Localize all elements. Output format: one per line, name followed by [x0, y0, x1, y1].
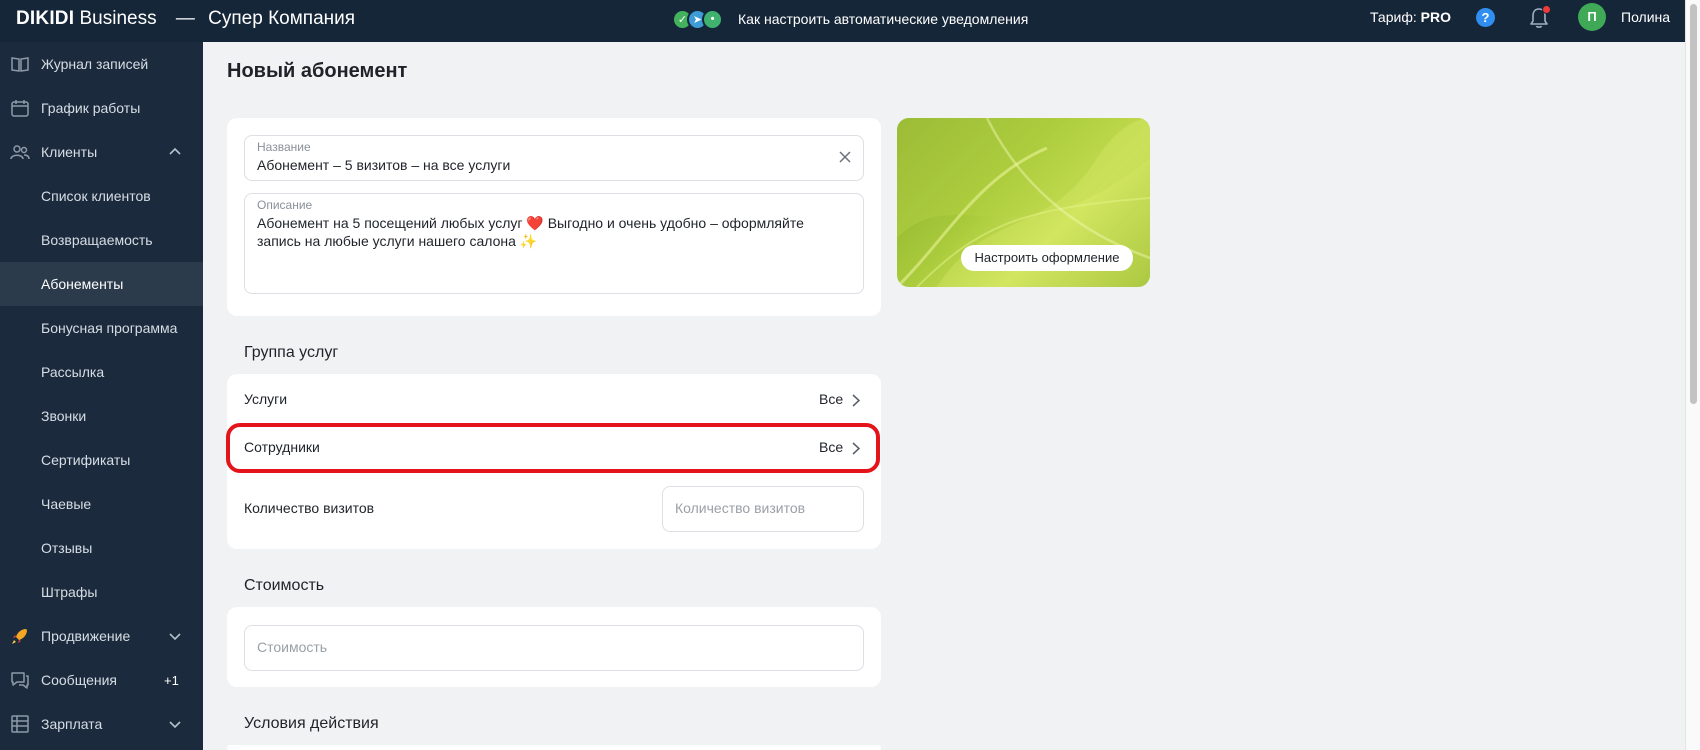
- service-group-title: Группа услуг: [244, 344, 339, 361]
- rocket-icon: [12, 629, 27, 644]
- staff-label: Сотрудники: [244, 439, 320, 455]
- sidebar-item-label: Бонусная программа: [41, 320, 178, 336]
- services-label: Услуги: [244, 391, 288, 407]
- sidebar-item-certificates[interactable]: Сертификаты: [0, 438, 203, 482]
- sidebar-item-clients[interactable]: Клиенты: [0, 130, 203, 174]
- description-line: запись на любые услуги нашего салона ✨: [257, 233, 538, 249]
- sidebar-item-tips[interactable]: Чаевые: [0, 482, 203, 526]
- staff-row[interactable]: Сотрудники Все: [244, 439, 864, 459]
- services-value: Все: [819, 391, 844, 407]
- sidebar-item-label: Журнал записей: [41, 56, 149, 72]
- notification-dot: [1542, 5, 1551, 14]
- sidebar-item-label: Зарплата: [41, 716, 103, 732]
- tariff-value: PRO: [1420, 9, 1451, 25]
- sidebar-item-label: Чаевые: [41, 496, 92, 512]
- sidebar-item-label: Продвижение: [41, 628, 131, 644]
- avatar[interactable]: П: [1578, 3, 1606, 31]
- conditions-title: Условия действия: [244, 715, 379, 732]
- sidebar-item-retention[interactable]: Возвращаемость: [0, 218, 203, 262]
- name-field-label: Название: [257, 140, 311, 154]
- visits-count-placeholder: Количество визитов: [675, 500, 806, 516]
- brand-name: DIKIDI: [16, 8, 75, 29]
- sidebar-item-messages[interactable]: Сообщения +1: [0, 658, 203, 702]
- table-icon: [11, 715, 29, 733]
- close-icon[interactable]: [839, 151, 851, 163]
- sidebar-item-label: Штрафы: [41, 584, 98, 600]
- tariff-indicator[interactable]: Тариф: PRO: [1370, 9, 1451, 25]
- sidebar-item-calls[interactable]: Звонки: [0, 394, 203, 438]
- sidebar-item-journal[interactable]: Журнал записей: [0, 42, 203, 86]
- sidebar-item-label: График работы: [41, 100, 141, 116]
- page-scrollbar[interactable]: [1685, 0, 1700, 750]
- customize-design-button[interactable]: Настроить оформление: [961, 245, 1133, 271]
- promo-text: Как настроить автоматические уведомления: [738, 11, 1029, 27]
- visits-label: Количество визитов: [244, 500, 375, 516]
- chevron-down-icon: [169, 633, 181, 641]
- description-field[interactable]: Описание Абонемент на 5 посещений любых …: [244, 193, 864, 294]
- description-line: Абонемент на 5 посещений любых услуг ❤️ …: [257, 215, 804, 231]
- sidebar-item-schedule[interactable]: График работы: [0, 86, 203, 130]
- brand-separator: —: [175, 8, 195, 29]
- sidebar: Журнал записей График работы Клиенты Спи…: [0, 42, 203, 750]
- chat-icon: [11, 672, 29, 689]
- sms-icon: •: [702, 9, 723, 30]
- description-field-label: Описание: [257, 198, 313, 212]
- chevron-down-icon: [169, 721, 181, 729]
- sidebar-item-label: Звонки: [41, 408, 87, 424]
- users-icon: [10, 145, 30, 160]
- cost-title: Стоимость: [244, 577, 325, 594]
- sidebar-item-reviews[interactable]: Отзывы: [0, 526, 203, 570]
- sidebar-item-label: Клиенты: [41, 144, 98, 160]
- scrollbar-thumb[interactable]: [1690, 4, 1697, 404]
- chevron-right-icon: [852, 394, 860, 407]
- visits-count-input[interactable]: Количество визитов: [662, 486, 864, 532]
- visits-row: Количество визитов: [244, 500, 544, 520]
- user-name[interactable]: Полина: [1621, 9, 1670, 25]
- sidebar-item-label: Сообщения: [41, 672, 117, 688]
- sidebar-item-label: Абонементы: [41, 276, 124, 292]
- chevron-up-icon: [169, 147, 181, 155]
- name-field[interactable]: Название Абонемент – 5 визитов – на все …: [244, 135, 864, 181]
- sidebar-item-mailing[interactable]: Рассылка: [0, 350, 203, 394]
- company-name: Супер Компания: [208, 8, 356, 29]
- calendar-icon: [11, 100, 29, 117]
- sidebar-item-subscriptions[interactable]: Абонементы: [0, 262, 203, 306]
- page-title: Новый абонемент: [227, 60, 408, 82]
- conditions-card: [227, 745, 881, 750]
- messenger-icons: ✓ ➤ •: [672, 6, 730, 32]
- top-bar: DIKIDI Business — Супер Компания ✓ ➤ • К…: [0, 0, 1685, 42]
- sidebar-item-client-list[interactable]: Список клиентов: [0, 174, 203, 218]
- chevron-right-icon: [852, 442, 860, 455]
- services-row[interactable]: Услуги Все: [244, 391, 864, 411]
- brand-logo[interactable]: DIKIDI Business — Супер Компания: [16, 8, 355, 30]
- help-icon[interactable]: ?: [1476, 8, 1495, 27]
- sidebar-item-label: Сертификаты: [41, 452, 131, 468]
- sidebar-item-salary[interactable]: Зарплата: [0, 702, 203, 746]
- cost-placeholder: Стоимость: [257, 639, 328, 655]
- name-field-value: Абонемент – 5 визитов – на все услуги: [257, 157, 511, 173]
- sidebar-item-promotion[interactable]: Продвижение: [0, 614, 203, 658]
- staff-value: Все: [819, 439, 844, 455]
- cost-input[interactable]: Стоимость: [244, 625, 864, 671]
- sidebar-item-fines[interactable]: Штрафы: [0, 570, 203, 614]
- messages-count-badge: +1: [164, 672, 179, 688]
- book-icon: [11, 57, 29, 72]
- notifications-promo-link[interactable]: ✓ ➤ • Как настроить автоматические уведо…: [672, 6, 1028, 32]
- sidebar-item-bonus-program[interactable]: Бонусная программа: [0, 306, 203, 350]
- description-field-value: Абонемент на 5 посещений любых услуг ❤️ …: [257, 214, 804, 250]
- tariff-label: Тариф:: [1370, 9, 1417, 25]
- sidebar-item-label: Рассылка: [41, 364, 105, 380]
- brand-suffix: Business: [79, 8, 157, 29]
- sidebar-item-label: Возвращаемость: [41, 232, 153, 248]
- sidebar-item-label: Отзывы: [41, 540, 93, 556]
- sidebar-item-label: Список клиентов: [41, 188, 151, 204]
